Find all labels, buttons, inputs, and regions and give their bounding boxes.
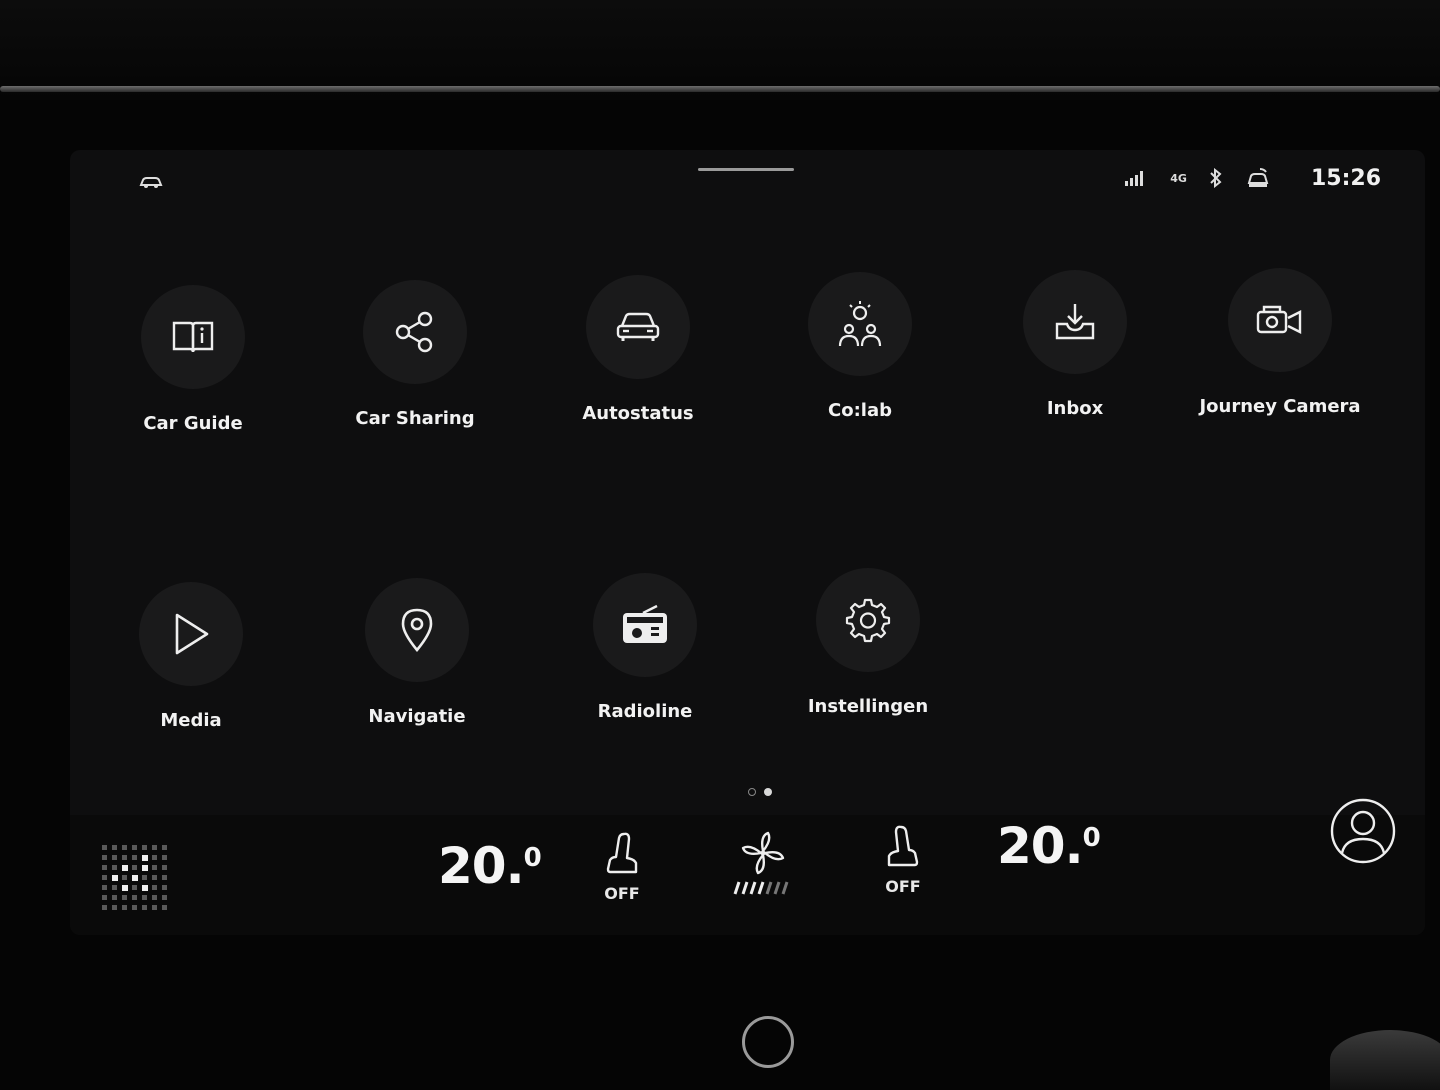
right-seat-status: OFF: [885, 877, 921, 896]
pull-down-handle[interactable]: [698, 168, 794, 171]
fan-speed-control[interactable]: [723, 830, 803, 900]
app-label: Co:lab: [828, 400, 892, 421]
app-colab[interactable]: Co:lab: [760, 272, 960, 421]
app-instellingen[interactable]: Instellingen: [768, 568, 968, 717]
status-bar: 4G 15:26: [1124, 158, 1381, 198]
left-temp-value: 20.: [438, 837, 525, 895]
app-label: Journey Camera: [1199, 396, 1361, 417]
left-seat-heating[interactable]: OFF: [592, 830, 652, 903]
right-seat-heating[interactable]: OFF: [873, 823, 933, 896]
left-seat-status: OFF: [604, 884, 640, 903]
app-label: Instellingen: [807, 696, 929, 717]
app-car-guide[interactable]: Car Guide: [93, 285, 293, 434]
climate-bar: 20.0 OFF OFF 20.0: [70, 798, 1425, 935]
signal-strength-icon: [1124, 169, 1148, 187]
network-type: 4G: [1170, 171, 1187, 185]
page-indicator: [748, 788, 772, 796]
book-info-icon: [141, 285, 245, 389]
app-car-sharing[interactable]: Car Sharing: [315, 280, 515, 429]
fan-level-bars: [733, 881, 789, 895]
camera-icon: [1228, 268, 1332, 372]
bluetooth-icon: [1209, 168, 1223, 188]
chrome-trim: [0, 86, 1440, 92]
seat-icon: [887, 825, 919, 867]
home-button[interactable]: [742, 1016, 794, 1068]
app-inbox[interactable]: Inbox: [975, 270, 1175, 419]
seat-icon: [606, 832, 638, 874]
app-radioline[interactable]: Radioline: [545, 573, 745, 722]
clock: 15:26: [1310, 165, 1381, 191]
app-label: Autostatus: [582, 403, 694, 424]
app-label: Media: [160, 710, 222, 731]
user-profile-button[interactable]: [1329, 797, 1397, 869]
app-autostatus[interactable]: Autostatus: [538, 275, 738, 424]
app-label: Car Sharing: [355, 408, 475, 429]
infotainment-screen: 4G 15:26 Car Guide Car Sharing Autostatu…: [70, 150, 1425, 935]
left-temperature[interactable]: 20.0: [438, 837, 542, 895]
page-dot[interactable]: [748, 788, 756, 796]
location-pin-icon: [365, 578, 469, 682]
control-knob[interactable]: [1330, 1030, 1440, 1090]
dashboard-bezel: [0, 0, 1440, 100]
radio-icon: [593, 573, 697, 677]
app-journey-camera[interactable]: Journey Camera: [1180, 268, 1380, 417]
app-label: Navigatie: [368, 706, 466, 727]
app-media[interactable]: Media: [91, 582, 291, 731]
right-temp-value: 20.: [997, 817, 1084, 875]
share-icon: [363, 280, 467, 384]
left-temp-decimal: 0: [523, 843, 542, 873]
car-connected-icon: [1245, 167, 1271, 189]
user-avatar-icon: [1330, 798, 1396, 864]
play-icon: [139, 582, 243, 686]
right-temp-decimal: 0: [1082, 823, 1101, 853]
right-temperature[interactable]: 20.0: [997, 817, 1101, 875]
dot-grid-icon[interactable]: [100, 843, 170, 917]
app-label: Radioline: [597, 701, 693, 722]
car-icon: [586, 275, 690, 379]
fan-icon: [741, 831, 785, 875]
car-status-icon[interactable]: [138, 174, 164, 193]
page-dot-active[interactable]: [764, 788, 772, 796]
app-label: Car Guide: [143, 413, 243, 434]
gear-icon: [816, 568, 920, 672]
app-label: Inbox: [1046, 398, 1104, 419]
app-navigatie[interactable]: Navigatie: [317, 578, 517, 727]
inbox-icon: [1023, 270, 1127, 374]
community-icon: [808, 272, 912, 376]
